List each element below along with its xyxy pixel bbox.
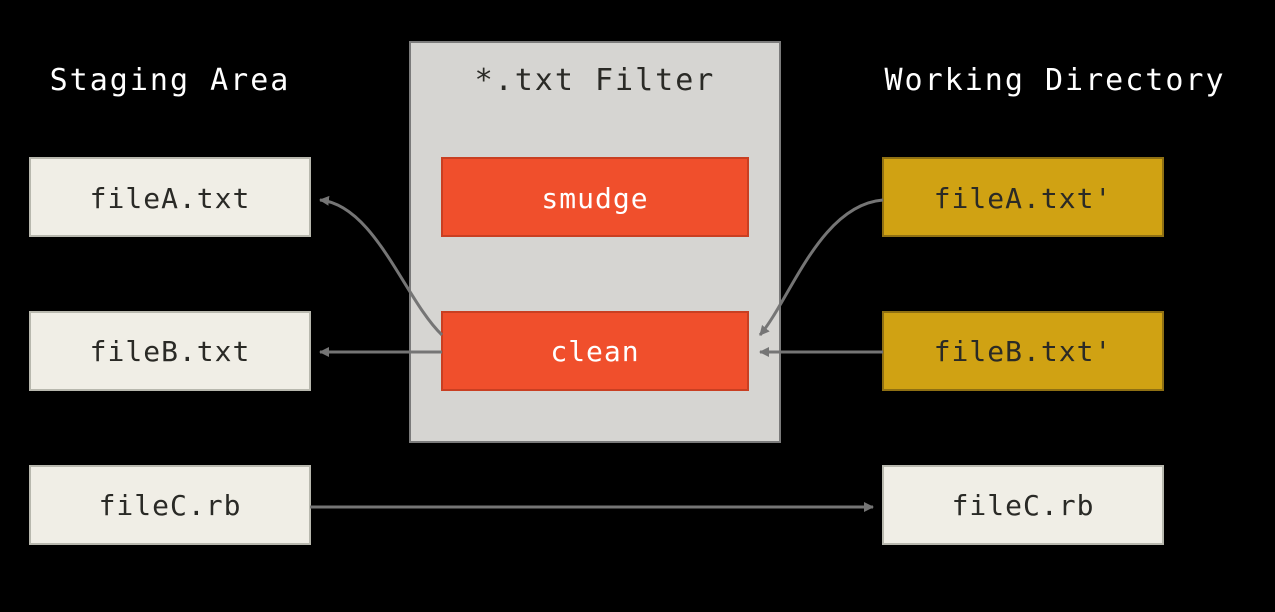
clean-label: clean [550, 335, 639, 368]
staging-fileA-label: fileA.txt [90, 182, 251, 215]
working-fileA-label: fileA.txt' [934, 182, 1113, 215]
diagram-root: Staging Area Working Directory *.txt Fil… [0, 0, 1275, 612]
staging-fileC: fileC.rb [30, 466, 310, 544]
staging-fileC-label: fileC.rb [99, 489, 242, 522]
staging-area-title: Staging Area [50, 63, 291, 98]
filter-title: *.txt Filter [475, 63, 716, 98]
working-fileB-label: fileB.txt' [934, 335, 1113, 368]
clean-filter-box: clean [442, 312, 748, 390]
staging-fileB-label: fileB.txt [90, 335, 251, 368]
working-directory-title: Working Directory [884, 63, 1225, 98]
staging-fileB: fileB.txt [30, 312, 310, 390]
smudge-label: smudge [541, 182, 648, 215]
working-fileB: fileB.txt' [883, 312, 1163, 390]
working-fileA: fileA.txt' [883, 158, 1163, 236]
working-fileC: fileC.rb [883, 466, 1163, 544]
smudge-filter-box: smudge [442, 158, 748, 236]
working-fileC-label: fileC.rb [952, 489, 1095, 522]
staging-fileA: fileA.txt [30, 158, 310, 236]
